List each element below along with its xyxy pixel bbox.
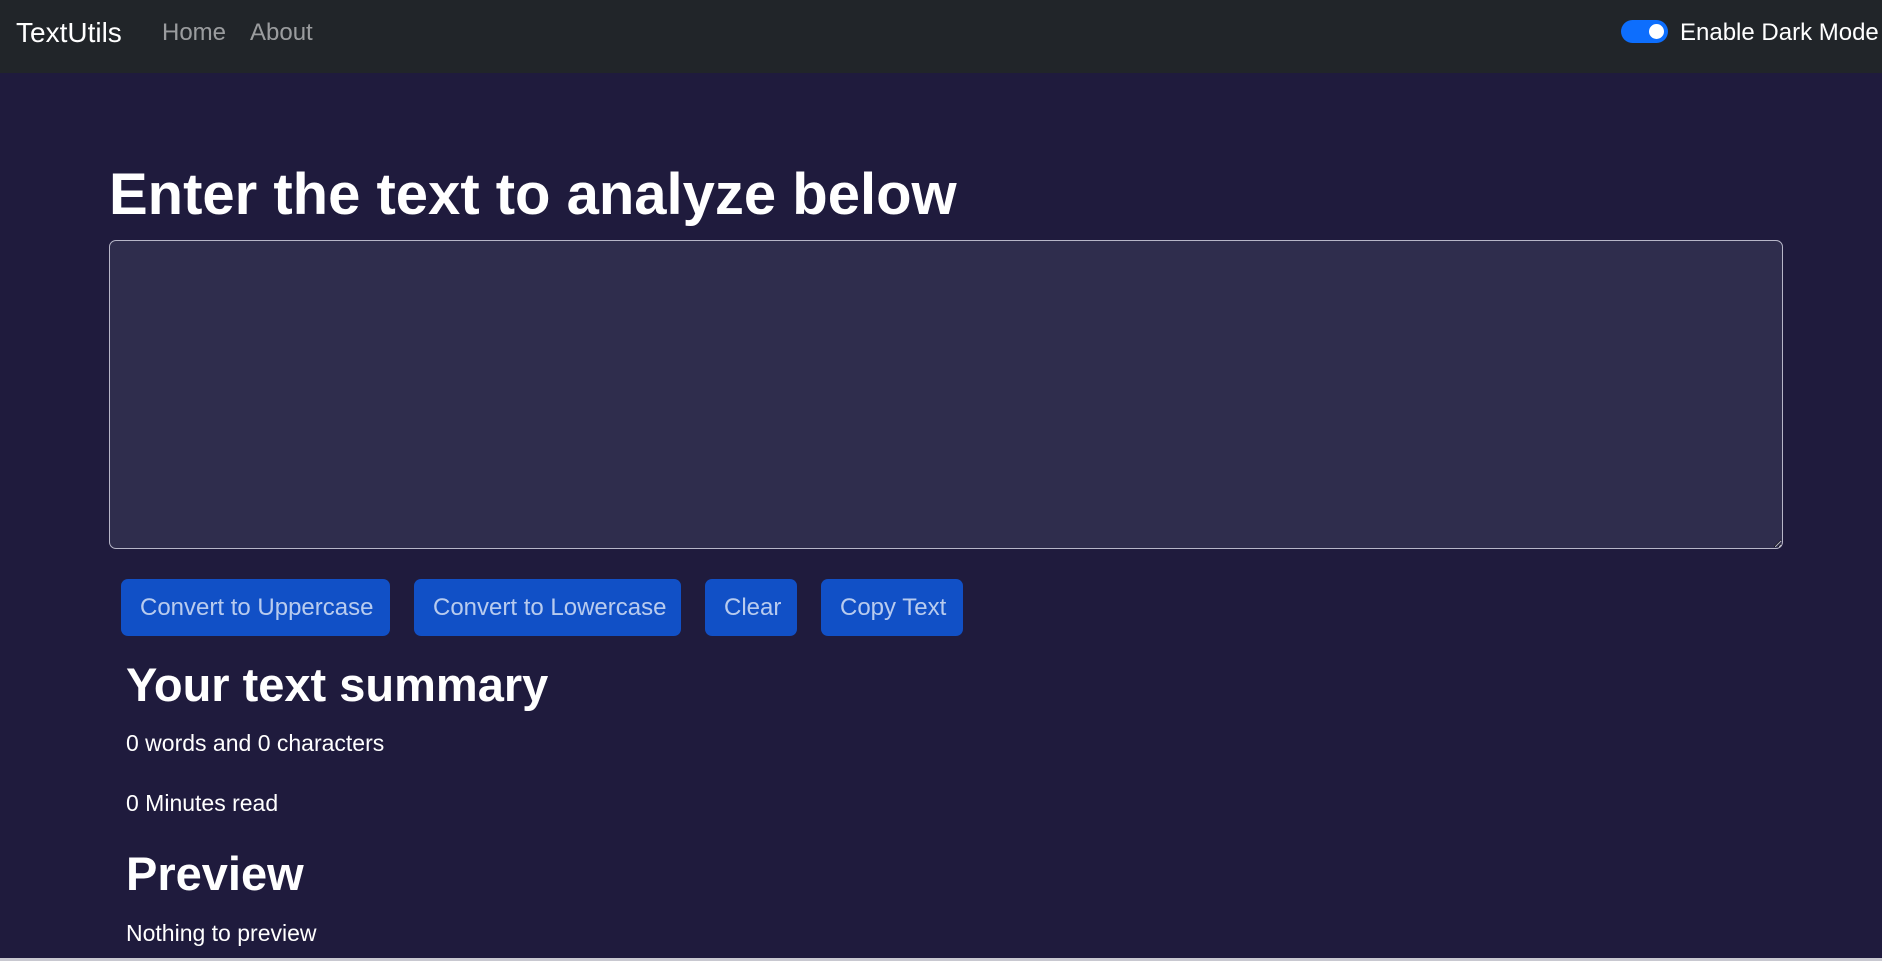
navbar: TextUtils Home About Enable Dark Mode	[0, 0, 1882, 73]
word-char-count: 0 words and 0 characters	[126, 730, 385, 756]
minutes-read: 0 Minutes read	[126, 790, 279, 816]
nav-link-about[interactable]: About	[250, 16, 313, 50]
dark-mode-label[interactable]: Enable Dark Mode	[1680, 16, 1879, 50]
copy-text-button[interactable]: Copy Text	[821, 579, 963, 636]
summary-title: Your text summary	[126, 658, 549, 711]
toggle-knob	[1649, 24, 1664, 39]
uppercase-button[interactable]: Convert to Uppercase	[121, 579, 390, 636]
nav-link-home[interactable]: Home	[162, 16, 226, 50]
lowercase-button[interactable]: Convert to Lowercase	[414, 579, 681, 636]
page-title: Enter the text to analyze below	[109, 162, 957, 227]
clear-button[interactable]: Clear	[705, 579, 797, 636]
text-input[interactable]	[109, 240, 1783, 549]
preview-title: Preview	[126, 847, 304, 900]
brand-logo[interactable]: TextUtils	[16, 14, 122, 52]
preview-text: Nothing to preview	[126, 920, 317, 946]
dark-mode-toggle[interactable]	[1621, 20, 1668, 43]
